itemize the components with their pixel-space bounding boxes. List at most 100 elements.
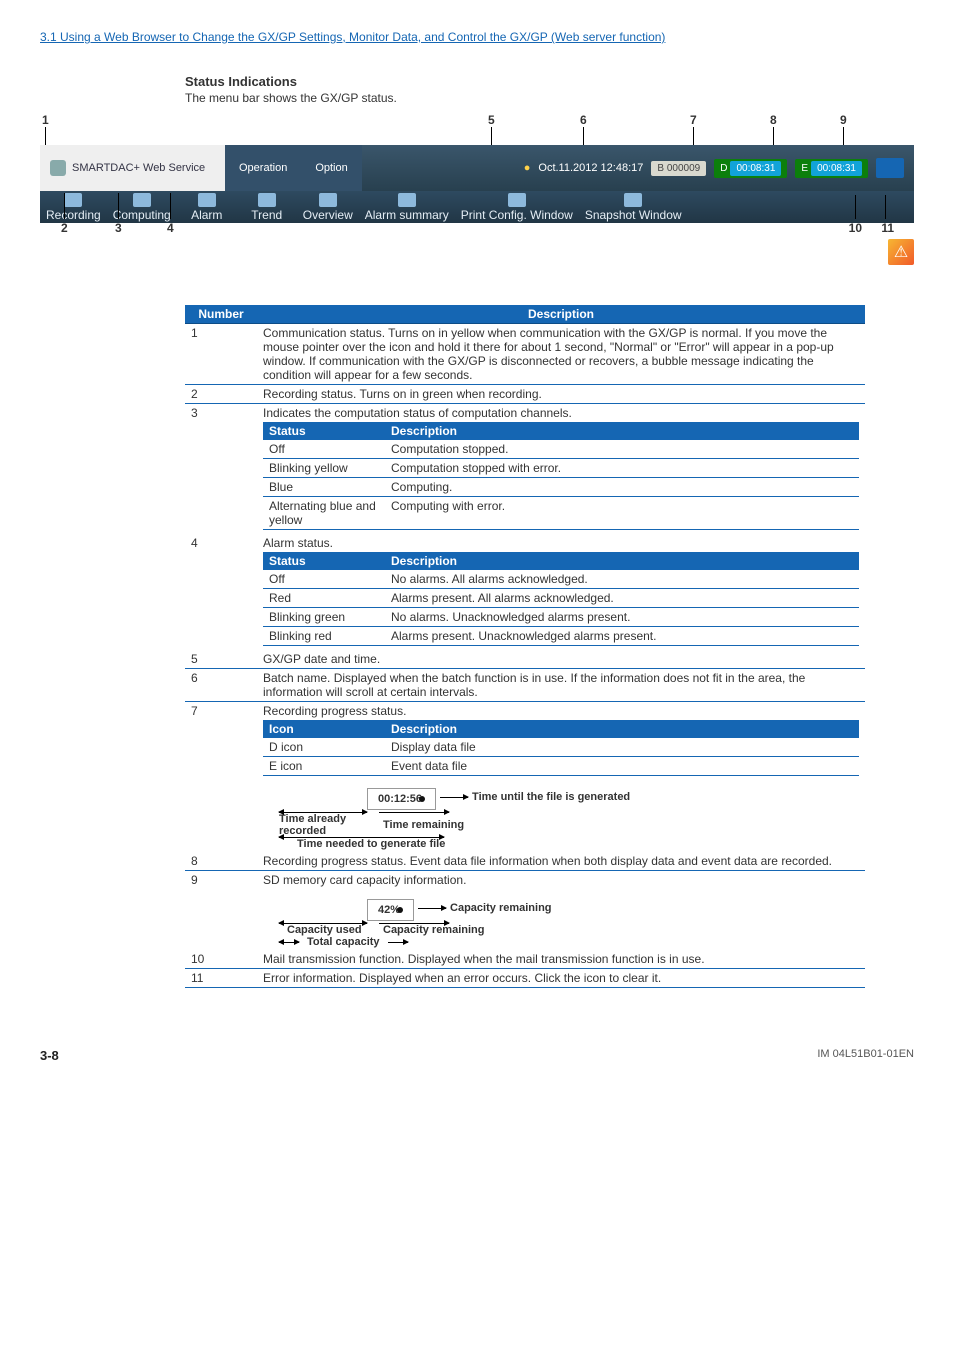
diagram-label: Time remaining	[383, 819, 464, 831]
row-desc: Recording progress status. Event data fi…	[257, 852, 865, 871]
inner-cell: No alarms. All alarms acknowledged.	[385, 570, 859, 589]
brand-area: SMARTDAC+ Web Service	[40, 145, 225, 191]
section-link[interactable]: 3.1 Using a Web Browser to Change the GX…	[40, 30, 914, 44]
app-icon	[50, 160, 66, 176]
diagram-label: Total capacity	[303, 936, 384, 948]
inner-cell: Alternating blue and yellow	[263, 497, 385, 530]
doc-id: IM 04L51B01-01EN	[817, 1048, 914, 1063]
row-num: 10	[185, 950, 257, 969]
inner-col-desc: Description	[385, 422, 859, 440]
row-desc: Recording progress status. Icon Descript…	[257, 702, 865, 853]
btn-alarm-summary[interactable]: Alarm summary	[359, 191, 455, 224]
row-num: 7	[185, 702, 257, 853]
row-desc: Mail transmission function. Displayed wh…	[257, 950, 865, 969]
callout-5: 5	[488, 113, 495, 127]
inner-cell: Computation stopped with error.	[385, 459, 859, 478]
diagram-label: Time until the file is generated	[472, 791, 630, 803]
callout-6: 6	[580, 113, 587, 127]
inner-cell: Blinking red	[263, 627, 385, 646]
diagram-label: Time needed to generate file	[297, 838, 445, 850]
callout-9: 9	[840, 113, 847, 127]
callout-11: 11	[881, 221, 894, 235]
btn-trend[interactable]: Trend	[237, 191, 297, 224]
callout-7: 7	[690, 113, 697, 127]
error-icon[interactable]: ⚠	[888, 239, 914, 265]
status-heading: Status Indications	[185, 74, 914, 89]
diagram-label: Capacity remaining	[450, 902, 551, 914]
row-num: 1	[185, 324, 257, 385]
inner-col-status: Status	[263, 552, 385, 570]
row-num: 2	[185, 385, 257, 404]
inner-col-desc: Description	[385, 552, 859, 570]
page-number: 3-8	[40, 1048, 59, 1063]
computation-status-table: Status Description OffComputation stoppe…	[263, 422, 859, 530]
callout-4: 4	[167, 221, 174, 235]
menu-option[interactable]: Option	[301, 158, 361, 178]
row-num: 8	[185, 852, 257, 871]
inner-cell: D icon	[263, 738, 385, 757]
row-num: 5	[185, 650, 257, 669]
progress-d: D 00:08:31	[714, 159, 787, 178]
inner-col-desc: Description	[385, 720, 859, 738]
inner-cell: Off	[263, 440, 385, 459]
inner-cell: No alarms. Unacknowledged alarms present…	[385, 608, 859, 627]
inner-cell: Computation stopped.	[385, 440, 859, 459]
inner-cell: Blinking yellow	[263, 459, 385, 478]
row-num: 11	[185, 969, 257, 988]
row-num: 3	[185, 404, 257, 535]
row-desc: Error information. Displayed when an err…	[257, 969, 865, 988]
row-num: 4	[185, 534, 257, 650]
diagram-label: Time already recorded	[279, 813, 379, 837]
inner-cell: Blue	[263, 478, 385, 497]
callout-3: 3	[115, 221, 122, 235]
time-diagram: 00:12:56 Time until the file is generate…	[263, 782, 859, 850]
toolbar-buttons: Recording Computing Alarm Trend Overview…	[40, 191, 914, 223]
alarm-status-table: Status Description OffNo alarms. All ala…	[263, 552, 859, 646]
callout-2: 2	[61, 221, 68, 235]
col-description: Description	[257, 305, 865, 324]
inner-cell: E icon	[263, 757, 385, 776]
clock: Oct.11.2012 12:48:17	[538, 162, 643, 174]
callout-8: 8	[770, 113, 777, 127]
btn-overview[interactable]: Overview	[297, 191, 359, 224]
toolbar-diagram: 1 5 6 7 8 9 SMARTDAC+ Web Service Operat…	[40, 113, 914, 233]
menu-operation[interactable]: Operation	[225, 158, 301, 178]
row-desc: SD memory card capacity information. 42%…	[257, 871, 865, 951]
comm-status-dot: ●	[524, 162, 531, 174]
inner-cell: Display data file	[385, 738, 859, 757]
capacity-diagram: 42% Capacity remaining Capacity used Cap…	[263, 893, 859, 948]
btn-print-config[interactable]: Print Config. Window	[455, 191, 579, 224]
row-desc: Recording status. Turns on in green when…	[257, 385, 865, 404]
callout-10: 10	[849, 221, 862, 235]
inner-cell: Blinking green	[263, 608, 385, 627]
inner-cell: Alarms present. All alarms acknowledged.	[385, 589, 859, 608]
row-desc: Batch name. Displayed when the batch fun…	[257, 669, 865, 702]
inner-cell: Alarms present. Unacknowledged alarms pr…	[385, 627, 859, 646]
sd-indicator	[876, 158, 904, 178]
progress-e: E 00:08:31	[795, 159, 868, 178]
inner-col-icon: Icon	[263, 720, 385, 738]
description-table: Number Description 1 Communication statu…	[185, 305, 865, 988]
row-desc: Alarm status. Status Description OffNo a…	[257, 534, 865, 650]
brand-text: SMARTDAC+ Web Service	[72, 162, 205, 174]
row-desc: Communication status. Turns on in yellow…	[257, 324, 865, 385]
row-num: 6	[185, 669, 257, 702]
inner-cell: Off	[263, 570, 385, 589]
inner-cell: Computing.	[385, 478, 859, 497]
btn-alarm[interactable]: Alarm	[177, 191, 237, 224]
btn-snapshot[interactable]: Snapshot Window	[579, 191, 688, 224]
batch-badge: B 000009	[651, 161, 706, 176]
row-desc: Indicates the computation status of comp…	[257, 404, 865, 535]
inner-cell: Red	[263, 589, 385, 608]
inner-cell: Computing with error.	[385, 497, 859, 530]
inner-col-status: Status	[263, 422, 385, 440]
icon-table: Icon Description D iconDisplay data file…	[263, 720, 859, 776]
row-num: 9	[185, 871, 257, 951]
col-number: Number	[185, 305, 257, 324]
diagram-label: Capacity remaining	[383, 924, 484, 936]
status-subtext: The menu bar shows the GX/GP status.	[185, 91, 914, 105]
callout-1: 1	[42, 113, 49, 127]
menu-bar: SMARTDAC+ Web Service Operation Option ●…	[40, 145, 914, 191]
inner-cell: Event data file	[385, 757, 859, 776]
btn-recording[interactable]: Recording	[40, 191, 107, 224]
